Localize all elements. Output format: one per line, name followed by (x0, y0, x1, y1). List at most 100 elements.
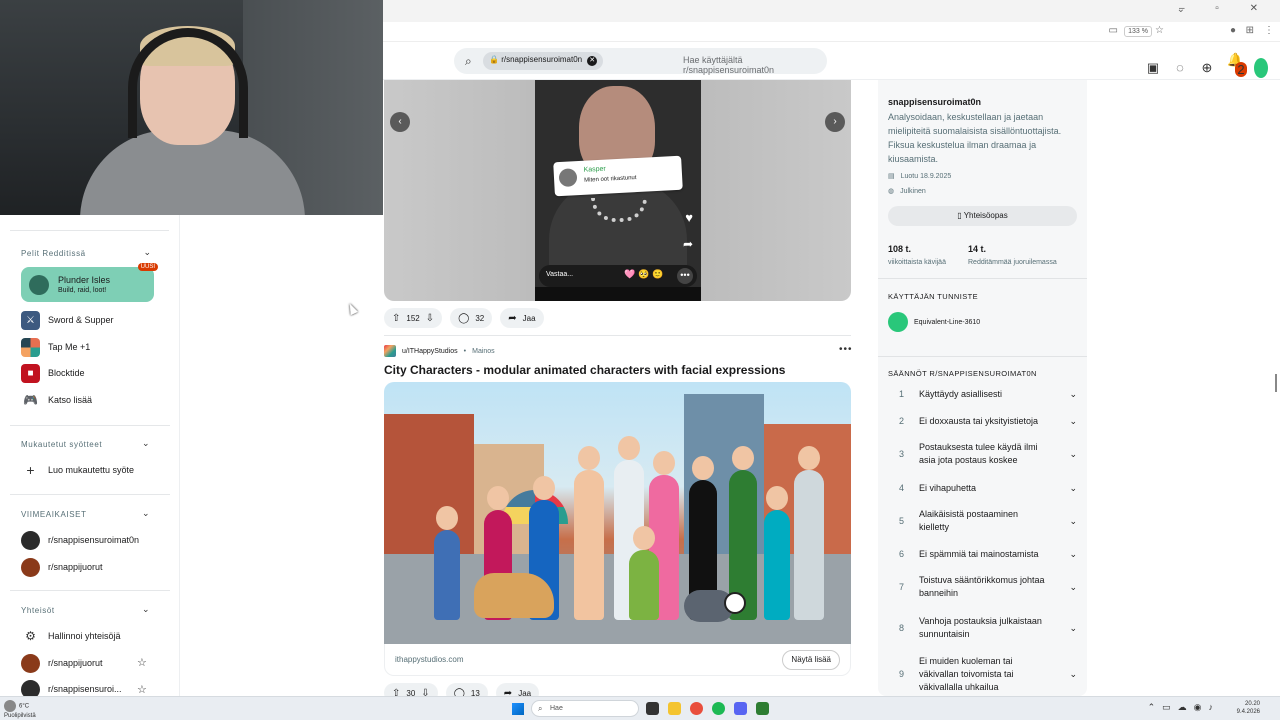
games-section-heading[interactable]: Pelit Redditissä (21, 249, 86, 258)
community-avatar-icon (21, 530, 40, 550)
start-button[interactable] (512, 703, 524, 715)
flair-username: Equivalent-Line-3610 (914, 318, 981, 326)
rule-item[interactable]: 4 Ei vihapuhetta ⌄ (899, 482, 1077, 495)
notifications-icon[interactable]: 🔔2 (1227, 52, 1247, 83)
extensions-icon[interactable]: ⊞ (1246, 25, 1254, 36)
favorite-star-icon[interactable]: ☆ (137, 683, 147, 696)
search-input[interactable]: Hae käyttäjältä r/snappisensuroimat0n (683, 55, 827, 75)
comment-count: 32 (475, 313, 485, 323)
share-button[interactable]: ➦ Jaa (500, 308, 544, 328)
create-post-icon[interactable]: ⊕ (1200, 60, 1214, 76)
task-view-icon[interactable] (646, 702, 659, 715)
screen-icon[interactable]: ▭ (1109, 25, 1118, 36)
featured-game-plunder-isles[interactable]: Plunder Isles Build, raid, loot! UUSI (21, 263, 158, 302)
chevron-down-icon[interactable]: ⌄ (1069, 415, 1077, 428)
sidebar-item-recent[interactable]: r/snappijuorut (21, 555, 161, 579)
more-dots-icon: ••• (677, 268, 693, 284)
search-community-chip[interactable]: 🔒 r/snappisensuroimat0n ✕ (483, 52, 604, 70)
spotify-icon[interactable] (712, 702, 725, 715)
ad-author[interactable]: u/ITHappyStudios (402, 348, 458, 355)
downvote-icon[interactable]: ⇩ (426, 313, 434, 324)
building (384, 414, 474, 564)
rule-item[interactable]: 8 Vanhoja postauksia julkaistaan sunnunt… (899, 615, 1077, 641)
window-controls[interactable]: – ▫ ✕ (1179, 3, 1272, 14)
rule-item[interactable]: 7 Toistuva sääntörikkomus johtaa banneih… (899, 574, 1077, 600)
upvote-icon[interactable]: ⇧ (392, 313, 400, 324)
sidebar-item-tap-me[interactable]: Tap Me +1 (21, 335, 161, 359)
rule-item[interactable]: 5 Alaikäisistä postaaminen kielletty ⌄ (899, 508, 1077, 534)
discord-icon[interactable] (734, 702, 747, 715)
ad-icon[interactable]: ▣ (1146, 60, 1160, 76)
avatar[interactable] (1254, 57, 1268, 78)
advertiser-logo-icon[interactable] (384, 345, 396, 357)
avatar (888, 312, 908, 332)
sidebar-item-blocktide[interactable]: ■ Blocktide (21, 361, 161, 385)
favorite-star-icon[interactable]: ☆ (137, 656, 147, 669)
search-icon: ⌕ (465, 54, 472, 68)
chevron-down-icon[interactable]: ⌄ (1069, 668, 1077, 681)
create-custom-feed[interactable]: + Luo mukautettu syöte (21, 458, 161, 482)
rule-item[interactable]: 2 Ei doxxausta tai yksityistietoja ⌄ (899, 415, 1077, 428)
sidebar-item-recent[interactable]: r/snappisensuroimat0n (21, 528, 161, 552)
guide-label: Yhteisöopas (963, 211, 1008, 220)
ad-footer: ithappystudios.com Näytä lisää (384, 644, 851, 676)
ad-title[interactable]: City Characters - modular animated chara… (384, 363, 785, 377)
ad-image[interactable] (384, 382, 851, 644)
mouse-cursor-icon (346, 301, 358, 316)
gamepad-icon: 🎮 (23, 393, 38, 407)
rule-item[interactable]: 6 Ei spämmiä tai mainostamista ⌄ (899, 548, 1077, 561)
community-guide-button[interactable]: ▯ Yhteisöopas (888, 206, 1077, 226)
taskbar-search[interactable]: ⌕ Hae (531, 700, 639, 717)
chevron-down-icon[interactable]: ⌄ (1069, 448, 1077, 461)
chevron-down-icon[interactable]: ⌄ (1069, 482, 1077, 495)
share-icon: ➦ (508, 312, 517, 324)
chevron-down-icon[interactable]: ⌄ (1069, 581, 1077, 594)
show-more-button[interactable]: Näytä lisää (782, 650, 840, 670)
sidebar-item-sword-supper[interactable]: ⚔ Sword & Supper (21, 308, 161, 332)
browser-icon[interactable] (690, 702, 703, 715)
rule-text: Ei spämmiä tai mainostamista (919, 549, 1039, 559)
comments-button[interactable]: ◯ 32 (450, 308, 493, 328)
system-tray[interactable]: ⌃▭☁◉♪ (1148, 702, 1220, 713)
app-icon[interactable] (756, 702, 769, 715)
scrollbar[interactable] (1275, 374, 1277, 392)
ad-meta: u/ITHappyStudios • Mainos (384, 344, 495, 358)
communities-heading[interactable]: Yhteisöt (21, 606, 55, 615)
post-menu-icon[interactable]: ••• (839, 344, 853, 355)
dog (474, 573, 554, 618)
browser-menu-icon[interactable]: ⋮ (1264, 25, 1274, 36)
weather-widget[interactable]: 6°C Puolipilvistä (4, 700, 36, 720)
bookmark-star-icon[interactable]: ☆ (1155, 25, 1164, 36)
rule-item[interactable]: 1 Käyttäydy asiallisesti ⌄ (899, 388, 1077, 401)
chevron-down-icon[interactable]: ⌄ (1069, 515, 1077, 528)
rule-item[interactable]: 3 Postauksesta tulee käydä ilmi asia jot… (899, 441, 1077, 467)
sidebar-item-see-more[interactable]: 🎮 Katso lisää (21, 388, 161, 412)
zoom-level[interactable]: 133 % (1124, 26, 1152, 37)
temperature: 6°C (19, 703, 30, 710)
manage-communities[interactable]: ⚙ Hallinnoi yhteisöjä (21, 624, 161, 648)
clear-chip-icon[interactable]: ✕ (587, 56, 598, 66)
created-label: Luotu 18.9.2025 (900, 172, 952, 180)
recent-heading[interactable]: VIIMEAIKAISET (21, 510, 87, 519)
chevron-down-icon[interactable]: ⌄ (1069, 388, 1077, 401)
rule-item[interactable]: 9 Ei muiden kuoleman tai väkivallan toiv… (899, 655, 1077, 694)
sidebar-item-label: r/snappisensuroi... (48, 684, 122, 694)
custom-feeds-heading[interactable]: Mukautetut syötteet (21, 440, 102, 449)
clock[interactable]: 20.20 9.4.2026 (1237, 700, 1260, 716)
profile-icon[interactable]: ● (1230, 25, 1236, 36)
sidebar-item-label: Tap Me +1 (48, 342, 91, 352)
chevron-down-icon[interactable]: ⌄ (1069, 548, 1077, 561)
user-flair[interactable]: Equivalent-Line-3610 (888, 312, 980, 332)
file-explorer-icon[interactable] (668, 702, 681, 715)
carousel-next-button[interactable]: › (825, 112, 845, 132)
ad-domain[interactable]: ithappystudios.com (395, 655, 463, 664)
reply-sticker: Kasper Miten oot rikastunut (553, 155, 683, 197)
chevron-down-icon[interactable]: ⌄ (143, 247, 151, 258)
carousel-prev-button[interactable]: ‹ (390, 112, 410, 132)
post-media-carousel[interactable]: Kasper Miten oot rikastunut ♥ ➦ Vastaa..… (384, 80, 851, 301)
search-bar[interactable]: ⌕ 🔒 r/snappisensuroimat0n ✕ Hae käyttäjäl… (454, 48, 827, 75)
chat-icon[interactable]: ◌ (1173, 60, 1187, 75)
visibility: ◍ Julkinen (888, 187, 926, 196)
community-sidebar: snappisensuroimat0n Analysoidaan, keskus… (878, 80, 1087, 696)
chevron-down-icon[interactable]: ⌄ (1069, 622, 1077, 635)
